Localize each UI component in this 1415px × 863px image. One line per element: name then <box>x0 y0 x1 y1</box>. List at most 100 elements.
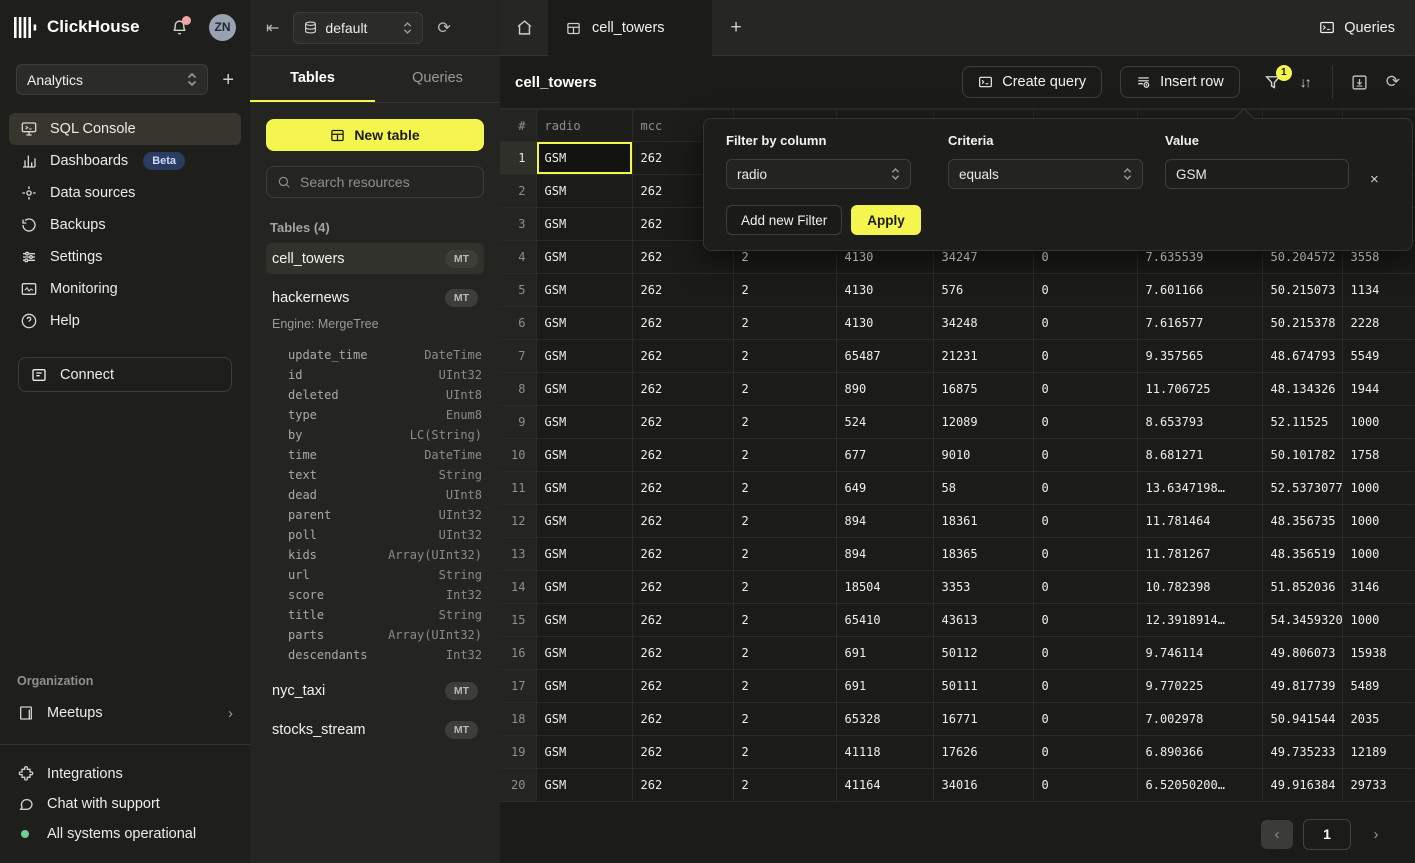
cell[interactable]: 7.002978 <box>1137 703 1262 736</box>
cell[interactable]: 0 <box>1033 274 1137 307</box>
cell[interactable]: 3146 <box>1342 571 1415 604</box>
cell[interactable]: 12089 <box>933 406 1033 439</box>
cell[interactable]: 8.681271 <box>1137 439 1262 472</box>
cell[interactable]: 894 <box>836 538 933 571</box>
sidebar-item-data-sources[interactable]: Data sources <box>9 177 241 209</box>
cell[interactable]: 58 <box>933 472 1033 505</box>
cell[interactable]: 5549 <box>1342 340 1415 373</box>
cell[interactable]: 17626 <box>933 736 1033 769</box>
cell[interactable]: 0 <box>1033 472 1137 505</box>
cell[interactable]: 0 <box>1033 571 1137 604</box>
database-select[interactable]: default <box>293 12 423 44</box>
tab-queries[interactable]: Queries <box>375 56 500 102</box>
insert-row-button[interactable]: Insert row <box>1120 66 1240 98</box>
cell[interactable]: 54.3459320… <box>1262 604 1342 637</box>
cell[interactable]: 11.781267 <box>1137 538 1262 571</box>
cell[interactable]: 1944 <box>1342 373 1415 406</box>
cell[interactable]: 21231 <box>933 340 1033 373</box>
cell[interactable]: 9.770225 <box>1137 670 1262 703</box>
table-list-item-cell-towers[interactable]: cell_towers MT <box>266 243 484 274</box>
cell[interactable]: 12189 <box>1342 736 1415 769</box>
cell[interactable]: 0 <box>1033 637 1137 670</box>
filter-value-input[interactable] <box>1165 159 1349 189</box>
cell[interactable]: 48.356735 <box>1262 505 1342 538</box>
cell[interactable]: 262 <box>632 604 733 637</box>
cell[interactable]: 49.817739 <box>1262 670 1342 703</box>
collapse-panel-button[interactable]: ⇤ <box>266 18 279 38</box>
home-tab[interactable] <box>500 0 548 55</box>
cell[interactable]: 0 <box>1033 703 1137 736</box>
sort-button[interactable]: ↓↑ <box>1300 74 1314 90</box>
cell[interactable]: 50.215378 <box>1262 307 1342 340</box>
cell[interactable]: 41164 <box>836 769 933 802</box>
add-workspace-button[interactable]: + <box>222 70 234 90</box>
cell[interactable]: 524 <box>836 406 933 439</box>
avatar[interactable]: ZN <box>209 14 236 41</box>
cell[interactable]: 34248 <box>933 307 1033 340</box>
cell[interactable]: 65410 <box>836 604 933 637</box>
cell[interactable]: GSM <box>536 703 632 736</box>
cell[interactable]: 677 <box>836 439 933 472</box>
cell[interactable]: 4130 <box>836 307 933 340</box>
workspace-select[interactable]: Analytics <box>16 64 208 95</box>
queries-button[interactable]: Queries <box>1299 0 1415 55</box>
sidebar-item-monitoring[interactable]: Monitoring <box>9 273 241 305</box>
cell[interactable]: 16875 <box>933 373 1033 406</box>
cell[interactable]: 0 <box>1033 340 1137 373</box>
next-page-button[interactable]: › <box>1361 820 1391 849</box>
sidebar-item-backups[interactable]: Backups <box>9 209 241 241</box>
cell[interactable]: 262 <box>632 670 733 703</box>
cell[interactable]: 52.5373077… <box>1262 472 1342 505</box>
cell[interactable]: GSM <box>536 538 632 571</box>
cell[interactable]: 2 <box>733 637 836 670</box>
refresh-grid-button[interactable]: ⟳ <box>1386 72 1400 92</box>
cell[interactable]: 49.916384 <box>1262 769 1342 802</box>
cell[interactable]: 0 <box>1033 769 1137 802</box>
cell[interactable]: 262 <box>632 307 733 340</box>
cell[interactable]: 894 <box>836 505 933 538</box>
cell[interactable]: 890 <box>836 373 933 406</box>
cell[interactable]: 48.674793 <box>1262 340 1342 373</box>
cell[interactable]: 2 <box>733 769 836 802</box>
cell[interactable]: GSM <box>536 736 632 769</box>
cell[interactable]: GSM <box>536 175 632 208</box>
cell[interactable]: 50112 <box>933 637 1033 670</box>
cell[interactable]: 9.746114 <box>1137 637 1262 670</box>
sidebar-item-meetups[interactable]: Meetups › <box>0 698 250 728</box>
cell[interactable]: GSM <box>536 373 632 406</box>
cell[interactable]: 18361 <box>933 505 1033 538</box>
column-header[interactable]: radio <box>536 110 632 142</box>
cell[interactable]: 0 <box>1033 670 1137 703</box>
cell[interactable]: GSM <box>536 670 632 703</box>
cell[interactable]: 2 <box>733 736 836 769</box>
sidebar-item-help[interactable]: Help <box>9 305 241 337</box>
tab-cell-towers[interactable]: cell_towers <box>548 0 712 56</box>
cell[interactable]: 0 <box>1033 307 1137 340</box>
cell[interactable]: 7.601166 <box>1137 274 1262 307</box>
sidebar-item-settings[interactable]: Settings <box>9 241 241 273</box>
sidebar-item-chat-support[interactable]: Chat with support <box>0 789 250 819</box>
cell[interactable]: 50.215073 <box>1262 274 1342 307</box>
cell[interactable]: 18365 <box>933 538 1033 571</box>
cell[interactable]: 29733 <box>1342 769 1415 802</box>
cell[interactable]: 50111 <box>933 670 1033 703</box>
cell[interactable]: 0 <box>1033 406 1137 439</box>
cell[interactable]: 50.101782 <box>1262 439 1342 472</box>
tab-tables[interactable]: Tables <box>250 56 375 102</box>
cell[interactable]: 6.52050200… <box>1137 769 1262 802</box>
cell[interactable]: GSM <box>536 340 632 373</box>
cell[interactable]: 2 <box>733 538 836 571</box>
cell[interactable]: 2 <box>733 505 836 538</box>
cell[interactable]: GSM <box>536 637 632 670</box>
cell[interactable]: 48.134326 <box>1262 373 1342 406</box>
criteria-select[interactable]: equals <box>948 159 1143 189</box>
cell[interactable]: 262 <box>632 571 733 604</box>
create-query-button[interactable]: Create query <box>962 66 1102 98</box>
cell[interactable]: 51.852036 <box>1262 571 1342 604</box>
cell[interactable]: 11.706725 <box>1137 373 1262 406</box>
cell[interactable]: 262 <box>632 406 733 439</box>
cell[interactable]: GSM <box>536 208 632 241</box>
cell[interactable]: 7.616577 <box>1137 307 1262 340</box>
cell[interactable]: 2 <box>733 703 836 736</box>
cell[interactable]: GSM <box>536 241 632 274</box>
